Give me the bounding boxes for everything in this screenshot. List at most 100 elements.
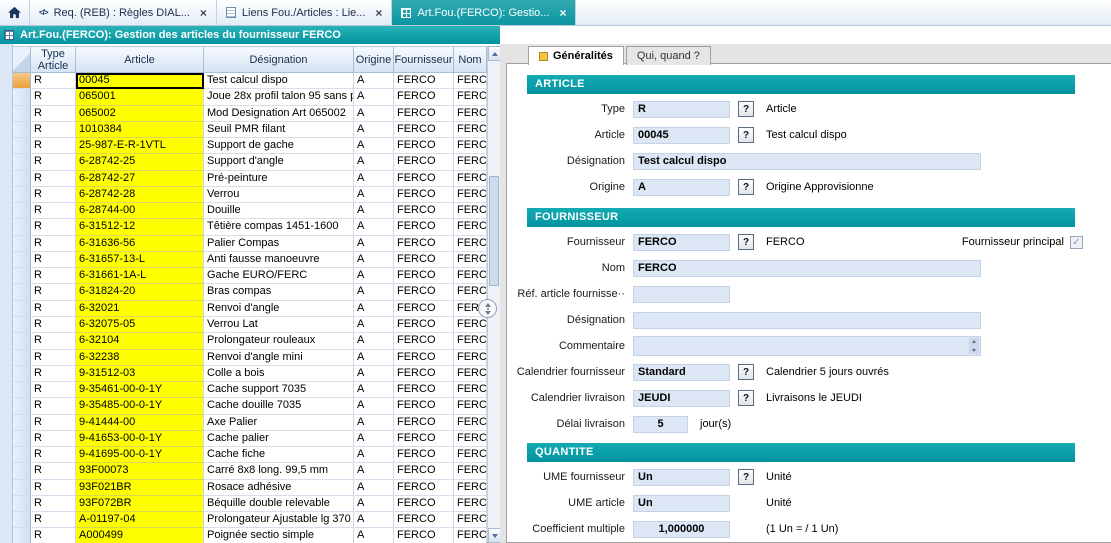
table-row[interactable]: R25-987-E-R-1VTLSupport de gacheAFERCOFE… xyxy=(13,138,487,154)
cell-designation[interactable]: Pré-peinture xyxy=(204,171,354,187)
cell-nom[interactable]: FERCO xyxy=(454,171,487,187)
table-row[interactable]: R93F072BRBéquille double relevableAFERCO… xyxy=(13,496,487,512)
ume-fournisseur-input[interactable]: Un xyxy=(633,469,730,486)
cell-fournisseur[interactable]: FERCO xyxy=(394,447,454,463)
cell-nom[interactable]: FERCO xyxy=(454,463,487,479)
table-row[interactable]: R6-28744-00DouilleAFERCOFERCO xyxy=(13,203,487,219)
cell-fournisseur[interactable]: FERCO xyxy=(394,512,454,528)
origine-input[interactable]: A xyxy=(633,179,730,196)
table-row[interactable]: R9-35461-00-0-1YCache support 7035AFERCO… xyxy=(13,382,487,398)
row-header[interactable] xyxy=(13,431,31,447)
cell-article[interactable]: 9-41653-00-0-1Y xyxy=(76,431,204,447)
col-header-article[interactable]: Article xyxy=(76,47,204,73)
cell-origine[interactable]: A xyxy=(354,463,394,479)
cell-fournisseur[interactable]: FERCO xyxy=(394,171,454,187)
cell-article[interactable]: 065001 xyxy=(76,89,204,105)
cell-fournisseur[interactable]: FERCO xyxy=(394,252,454,268)
cell-fournisseur[interactable]: FERCO xyxy=(394,203,454,219)
cell-designation[interactable]: Verrou xyxy=(204,187,354,203)
cell-origine[interactable]: A xyxy=(354,480,394,496)
row-header[interactable] xyxy=(13,301,31,317)
cell-fournisseur[interactable]: FERCO xyxy=(394,366,454,382)
cell-article[interactable]: 9-41444-00 xyxy=(76,415,204,431)
fournisseur-principal-checkbox[interactable]: ✓ xyxy=(1070,236,1083,249)
cell-type-article[interactable]: R xyxy=(31,366,76,382)
corner-cell[interactable] xyxy=(13,47,31,73)
table-row[interactable]: R9-41695-00-0-1YCache ficheAFERCOFERCO xyxy=(13,447,487,463)
cell-nom[interactable]: FERCO xyxy=(454,236,487,252)
cell-designation[interactable]: Mod Designation Art 065002 xyxy=(204,106,354,122)
cell-origine[interactable]: A xyxy=(354,138,394,154)
table-row[interactable]: R6-28742-27Pré-peintureAFERCOFERCO xyxy=(13,171,487,187)
cell-type-article[interactable]: R xyxy=(31,496,76,512)
cell-article[interactable]: A-01197-04 xyxy=(76,512,204,528)
cell-designation[interactable]: Seuil PMR filant xyxy=(204,122,354,138)
cell-type-article[interactable]: R xyxy=(31,333,76,349)
cell-fournisseur[interactable]: FERCO xyxy=(394,236,454,252)
cell-designation[interactable]: Colle a bois xyxy=(204,366,354,382)
row-header[interactable] xyxy=(13,317,31,333)
table-row[interactable]: R6-32238Renvoi d'angle miniAFERCOFERCO xyxy=(13,350,487,366)
cell-article[interactable]: 6-32238 xyxy=(76,350,204,366)
close-icon[interactable]: × xyxy=(200,7,207,19)
cell-designation[interactable]: Anti fausse manoeuvre xyxy=(204,252,354,268)
cell-type-article[interactable]: R xyxy=(31,301,76,317)
cell-origine[interactable]: A xyxy=(354,317,394,333)
cell-origine[interactable]: A xyxy=(354,187,394,203)
cell-article[interactable]: 6-32021 xyxy=(76,301,204,317)
cell-nom[interactable]: FERCO xyxy=(454,73,487,89)
col-header-fournisseur[interactable]: Fournisseur xyxy=(394,47,454,73)
cell-fournisseur[interactable]: FERCO xyxy=(394,122,454,138)
cell-nom[interactable]: FERCO xyxy=(454,268,487,284)
table-row[interactable]: R6-28742-25Support d'angleAFERCOFERCO xyxy=(13,154,487,170)
cell-designation[interactable]: Prolongateur rouleaux xyxy=(204,333,354,349)
close-icon[interactable]: × xyxy=(375,7,382,19)
row-header[interactable] xyxy=(13,122,31,138)
cell-type-article[interactable]: R xyxy=(31,317,76,333)
designation-fournisseur-input[interactable] xyxy=(633,312,981,329)
cell-fournisseur[interactable]: FERCO xyxy=(394,106,454,122)
ref-article-fournisseur-input[interactable] xyxy=(633,286,730,303)
cell-article[interactable]: 6-32075-05 xyxy=(76,317,204,333)
cell-designation[interactable]: Bras compas xyxy=(204,284,354,300)
cell-type-article[interactable]: R xyxy=(31,268,76,284)
cell-designation[interactable]: Cache fiche xyxy=(204,447,354,463)
row-header[interactable] xyxy=(13,219,31,235)
row-header[interactable] xyxy=(13,73,31,89)
cell-type-article[interactable]: R xyxy=(31,106,76,122)
delai-livraison-input[interactable]: 5 xyxy=(633,416,688,433)
cell-type-article[interactable]: R xyxy=(31,528,76,543)
table-row[interactable]: R9-35485-00-0-1YCache douille 7035AFERCO… xyxy=(13,398,487,414)
cell-designation[interactable]: Rosace adhésive xyxy=(204,480,354,496)
type-input[interactable]: R xyxy=(633,101,730,118)
cell-article[interactable]: 065002 xyxy=(76,106,204,122)
col-header-nom[interactable]: Nom xyxy=(454,47,487,73)
nom-input[interactable]: FERCO xyxy=(633,260,981,277)
cell-origine[interactable]: A xyxy=(354,203,394,219)
row-header[interactable] xyxy=(13,203,31,219)
cell-article[interactable]: 6-31512-12 xyxy=(76,219,204,235)
table-row[interactable]: R6-32021Renvoi d'angleAFERCOFERCO xyxy=(13,301,487,317)
help-lookup-button[interactable]: ? xyxy=(738,390,754,406)
cell-article[interactable]: 6-28742-27 xyxy=(76,171,204,187)
row-header[interactable] xyxy=(13,106,31,122)
cell-fournisseur[interactable]: FERCO xyxy=(394,333,454,349)
cell-designation[interactable]: Renvoi d'angle mini xyxy=(204,350,354,366)
cell-origine[interactable]: A xyxy=(354,366,394,382)
cell-type-article[interactable]: R xyxy=(31,382,76,398)
cell-origine[interactable]: A xyxy=(354,415,394,431)
cell-type-article[interactable]: R xyxy=(31,350,76,366)
cell-origine[interactable]: A xyxy=(354,496,394,512)
table-row[interactable]: R93F021BRRosace adhésiveAFERCOFERCO xyxy=(13,480,487,496)
row-header[interactable] xyxy=(13,350,31,366)
cell-nom[interactable]: FERCO xyxy=(454,480,487,496)
table-row[interactable]: R93F00073Carré 8x8 long. 99,5 mmAFERCOFE… xyxy=(13,463,487,479)
row-header[interactable] xyxy=(13,447,31,463)
cell-designation[interactable]: Carré 8x8 long. 99,5 mm xyxy=(204,463,354,479)
cell-type-article[interactable]: R xyxy=(31,284,76,300)
cell-fournisseur[interactable]: FERCO xyxy=(394,382,454,398)
cell-article[interactable]: 6-31657-13-L xyxy=(76,252,204,268)
table-row[interactable]: R6-31636-56Palier CompasAFERCOFERCO xyxy=(13,236,487,252)
cell-nom[interactable]: FERCO xyxy=(454,89,487,105)
cell-article[interactable]: 93F072BR xyxy=(76,496,204,512)
